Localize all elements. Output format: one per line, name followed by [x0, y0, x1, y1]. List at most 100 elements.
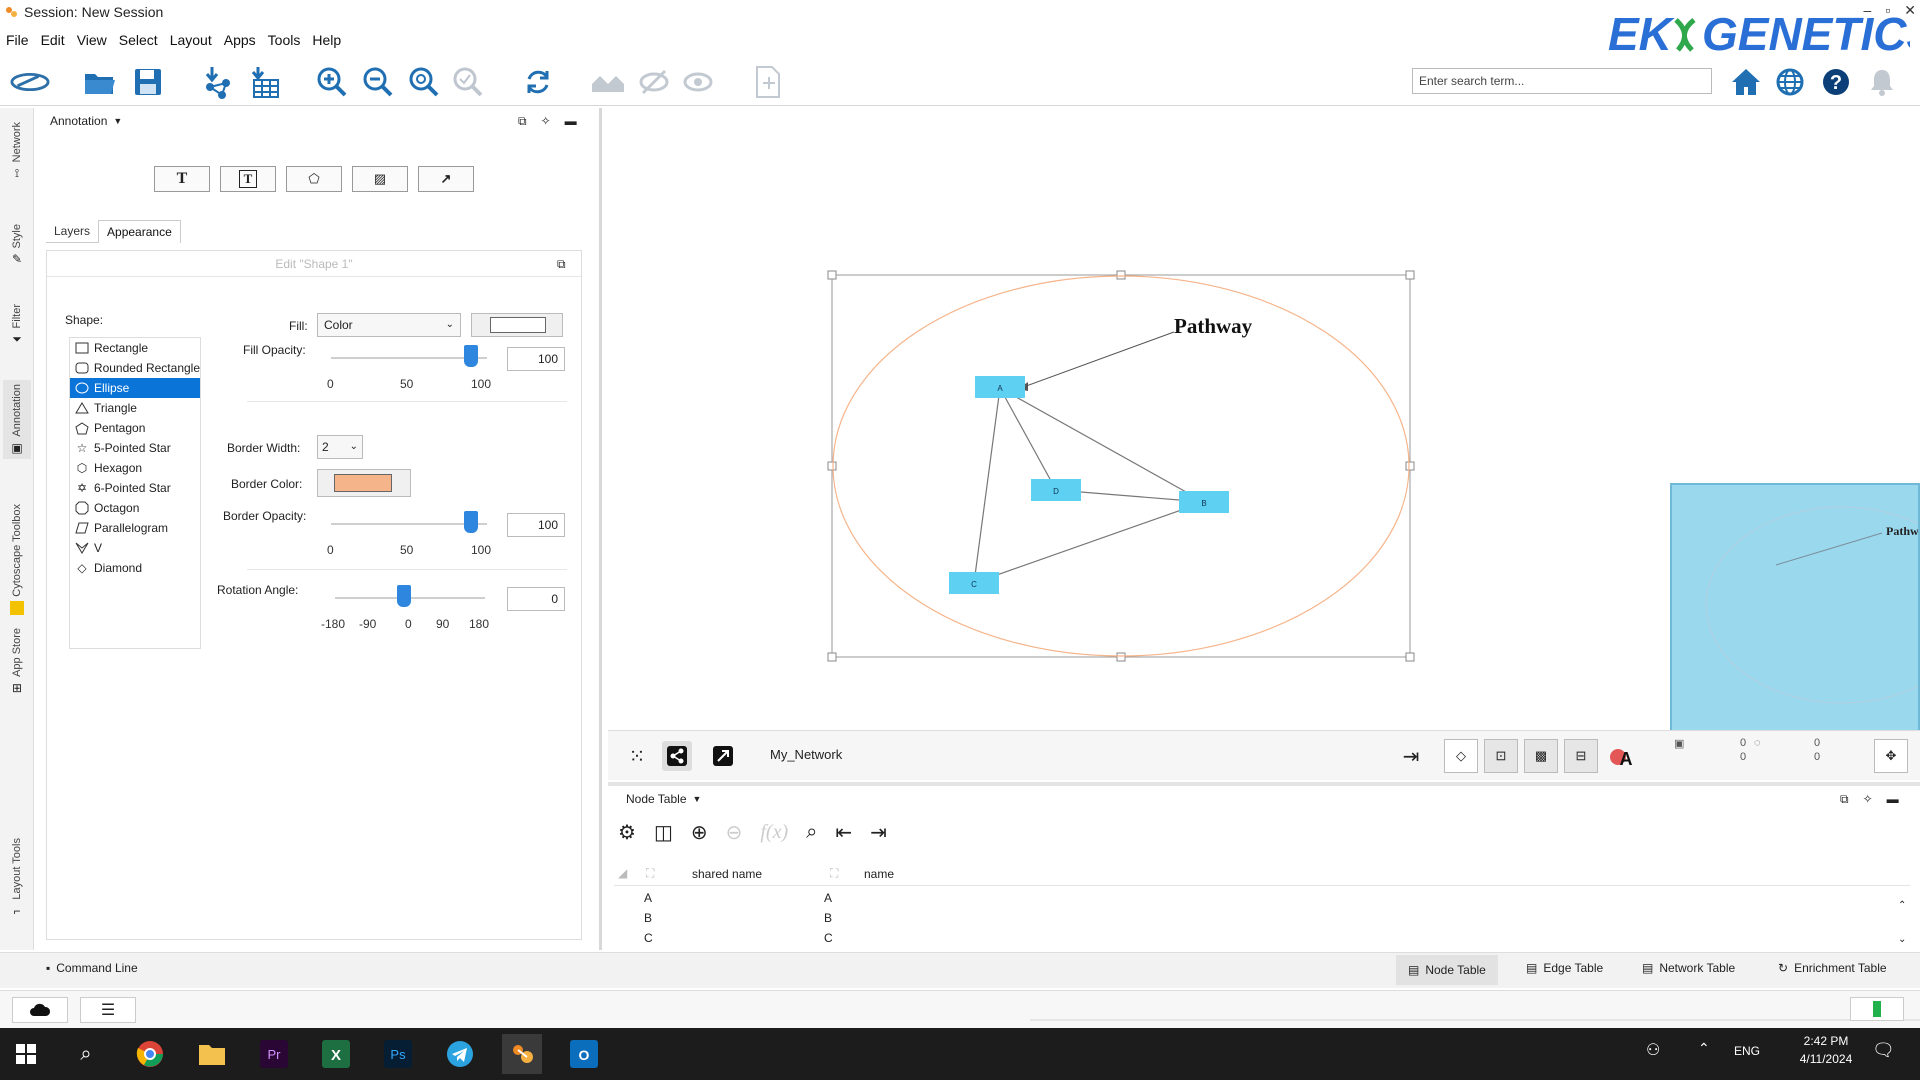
tab-appearance[interactable]: Appearance: [98, 220, 181, 243]
column-header[interactable]: shared name: [692, 867, 762, 881]
add-shape-button[interactable]: ⬠: [286, 166, 342, 192]
minimize-panel-icon[interactable]: ▬: [1887, 792, 1899, 807]
ellipse-annotation[interactable]: [832, 275, 1410, 657]
action-center-icon[interactable]: 🗨: [1872, 1040, 1895, 1061]
fill-type-select[interactable]: Color ⌄: [317, 313, 461, 337]
create-column-icon[interactable]: ⊕: [691, 820, 708, 845]
list-item-selected[interactable]: Ellipse: [70, 378, 200, 398]
add-bounded-text-button[interactable]: T: [220, 166, 276, 192]
menu-tools[interactable]: Tools: [268, 32, 301, 48]
annotation-panel-header[interactable]: Annotation ▼: [50, 114, 122, 128]
tab-network-table[interactable]: ▤ Network Table: [1642, 961, 1735, 975]
export-table-icon[interactable]: ⇥: [870, 820, 887, 845]
annotation-select-icon[interactable]: A: [1604, 739, 1638, 773]
list-item[interactable]: ☆ 5-Pointed Star: [70, 438, 200, 458]
select-edges-icon[interactable]: ▩: [1524, 739, 1558, 773]
search-input[interactable]: Enter search term...: [1412, 68, 1712, 94]
tab-filter[interactable]: Filter ⏷: [3, 304, 31, 347]
border-color-button[interactable]: [317, 469, 411, 497]
memory-status-icon[interactable]: [1850, 997, 1904, 1021]
minimize-panel-icon[interactable]: ▬: [565, 114, 577, 129]
menu-file[interactable]: File: [6, 32, 29, 48]
rotation-input[interactable]: 0: [507, 587, 565, 611]
outlook-icon[interactable]: O: [564, 1034, 604, 1074]
help-icon[interactable]: ?: [1816, 62, 1856, 102]
shape-list[interactable]: Rectangle Rounded Rectangle Ellipse Tria…: [69, 337, 201, 649]
zoom-out-icon[interactable]: [358, 62, 398, 102]
node-table-header[interactable]: Node Table ▼: [626, 792, 701, 806]
cloud-icon[interactable]: [12, 997, 68, 1023]
add-text-button[interactable]: T: [154, 166, 210, 192]
navigate-icon[interactable]: ✥: [1874, 739, 1908, 773]
resize-handle[interactable]: [827, 270, 837, 280]
tab-node-table[interactable]: ▤ Node Table: [1396, 955, 1498, 985]
fill-color-button[interactable]: [471, 313, 563, 337]
premiere-icon[interactable]: Pr: [254, 1034, 294, 1074]
border-opacity-input[interactable]: 100: [507, 513, 565, 537]
list-item[interactable]: ◇ Diamond: [70, 558, 200, 578]
search-icon[interactable]: ⌕: [66, 1034, 106, 1074]
resize-handle[interactable]: [1116, 652, 1126, 662]
select-annotations-icon[interactable]: ⊟: [1564, 739, 1598, 773]
language-indicator[interactable]: ENG: [1734, 1044, 1760, 1058]
list-item[interactable]: Pentagon: [70, 418, 200, 438]
grid-view-icon[interactable]: ⁙: [622, 741, 652, 771]
search-icon[interactable]: ⌕: [806, 821, 817, 844]
float-panel-icon[interactable]: ⧉: [1840, 792, 1849, 807]
add-image-button[interactable]: ▨: [352, 166, 408, 192]
photoshop-icon[interactable]: Ps: [378, 1034, 418, 1074]
tab-network[interactable]: Network ⟟: [3, 122, 31, 181]
border-width-select[interactable]: 2 ⌄: [317, 435, 363, 459]
globe-icon[interactable]: [1770, 62, 1810, 102]
resize-handle[interactable]: [827, 652, 837, 662]
list-item[interactable]: ⬡ Hexagon: [70, 458, 200, 478]
tab-layers[interactable]: Layers: [46, 220, 99, 243]
notification-bell-icon[interactable]: [1862, 62, 1902, 102]
menu-help[interactable]: Help: [312, 32, 341, 48]
cytoscape-taskbar-icon[interactable]: [502, 1034, 542, 1074]
windows-start-icon[interactable]: [6, 1034, 46, 1074]
menu-select[interactable]: Select: [119, 32, 158, 48]
list-item[interactable]: Rectangle: [70, 338, 200, 358]
list-item[interactable]: Triangle: [70, 398, 200, 418]
add-arrow-button[interactable]: ↗: [418, 166, 474, 192]
excel-icon[interactable]: X: [316, 1034, 356, 1074]
expand-icon[interactable]: ⧉: [557, 257, 566, 272]
border-opacity-slider[interactable]: [464, 511, 478, 533]
menu-edit[interactable]: Edit: [41, 32, 65, 48]
tab-enrichment-table[interactable]: ↻ Enrichment Table: [1778, 961, 1887, 975]
select-nodes-icon[interactable]: ⊡: [1484, 739, 1518, 773]
resize-handle[interactable]: [1116, 270, 1126, 280]
float-panel-icon[interactable]: ⧉: [518, 114, 527, 129]
task-list-icon[interactable]: ☰: [80, 997, 136, 1023]
zoom-in-icon[interactable]: [312, 62, 352, 102]
cytoscape-logo-icon[interactable]: [10, 62, 50, 102]
chrome-icon[interactable]: [130, 1034, 170, 1074]
menu-apps[interactable]: Apps: [224, 32, 256, 48]
list-item[interactable]: Octagon: [70, 498, 200, 518]
pathway-label[interactable]: Pathway: [1174, 314, 1253, 338]
edge-c-b[interactable]: [973, 501, 1205, 584]
menu-view[interactable]: View: [77, 32, 107, 48]
edge-a-c[interactable]: [973, 387, 1001, 584]
pin-icon[interactable]: ✧: [1863, 792, 1873, 807]
tab-edge-table[interactable]: ▤ Edge Table: [1526, 961, 1603, 975]
tray-expand-icon[interactable]: ⌃: [1698, 1040, 1710, 1057]
zoom-fit-icon[interactable]: [404, 62, 444, 102]
export-image-icon[interactable]: ⇥: [1396, 741, 1426, 771]
column-chooser-icon[interactable]: ◫: [654, 820, 673, 845]
table-row[interactable]: A A: [614, 888, 1910, 908]
tab-cytoscape-toolbox[interactable]: Cytoscape Toolbox: [3, 504, 31, 615]
fill-opacity-input[interactable]: 100: [507, 347, 565, 371]
diamond-tool-icon[interactable]: ◇: [1444, 739, 1478, 773]
resize-handle[interactable]: [1405, 270, 1415, 280]
refresh-icon[interactable]: [518, 62, 558, 102]
list-item[interactable]: ✡ 6-Pointed Star: [70, 478, 200, 498]
file-explorer-icon[interactable]: [192, 1034, 232, 1074]
sort-icon[interactable]: ◢: [618, 866, 627, 880]
scroll-down-icon[interactable]: ⌄: [1898, 934, 1906, 945]
resize-handle[interactable]: [827, 461, 837, 471]
import-table-icon[interactable]: ⇤: [835, 820, 852, 845]
save-session-icon[interactable]: [128, 62, 168, 102]
pathway-arrow[interactable]: [1017, 331, 1175, 390]
